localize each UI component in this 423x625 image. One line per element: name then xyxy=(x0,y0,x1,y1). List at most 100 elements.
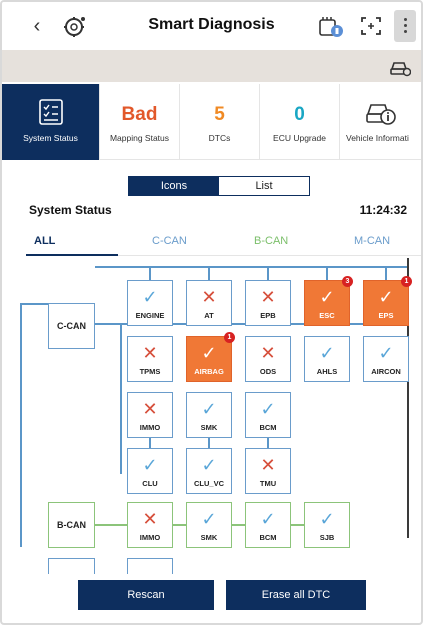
erase-all-dtc-button[interactable]: Erase all DTC xyxy=(226,580,366,610)
tile-system-status[interactable]: System Status xyxy=(2,84,100,160)
node-label: SJB xyxy=(319,533,335,542)
timestamp: 11:24:32 xyxy=(359,203,407,217)
node-drop-line xyxy=(267,266,269,280)
tile-label: Vehicle Informati xyxy=(346,133,409,143)
toggle-list[interactable]: List xyxy=(219,177,309,195)
vehicle-toolbar xyxy=(2,50,421,82)
dtc-count-badge: 3 xyxy=(342,276,353,287)
node-bcm[interactable]: ✓ BCM xyxy=(245,502,291,548)
tile-label: System Status xyxy=(23,133,78,143)
check-icon: ✓ xyxy=(201,343,217,363)
node-airbag[interactable]: ✓ AIRBAG 1 xyxy=(186,332,235,382)
node-label: IMMO xyxy=(139,533,161,542)
node-label: AIRCON xyxy=(371,367,401,376)
node-label: IMMO xyxy=(139,423,161,432)
storage-card-icon[interactable] xyxy=(318,15,344,39)
node-label: BCM xyxy=(259,423,277,432)
tile-dtcs[interactable]: 5 DTCs xyxy=(180,84,260,160)
node-sjb[interactable]: ✓ SJB xyxy=(304,502,350,548)
tab-b-can[interactable]: B-CAN xyxy=(254,235,288,247)
tab-m-can[interactable]: M-CAN xyxy=(354,235,390,247)
app-frame: ‹ Smart Diagnosis System Status Bad Mapp… xyxy=(0,0,423,625)
rescan-button[interactable]: Rescan xyxy=(78,580,214,610)
dtc-count-badge: 1 xyxy=(401,276,412,287)
check-icon: ✓ xyxy=(260,509,276,529)
node-at[interactable]: ✕ AT xyxy=(186,280,232,326)
node-bcm[interactable]: ✓ BCM xyxy=(245,392,291,438)
page-title: Smart Diagnosis xyxy=(148,16,275,33)
tab-underline xyxy=(26,254,118,256)
node-label: AT xyxy=(204,311,214,320)
tile-ecu-upgrade[interactable]: 0 ECU Upgrade xyxy=(260,84,340,160)
node-label: ESC xyxy=(319,311,335,320)
check-icon: ✓ xyxy=(201,455,217,475)
tile-vehicle-information[interactable]: Vehicle Informati xyxy=(340,84,421,160)
check-icon: ✓ xyxy=(378,343,394,363)
node-clu-vc[interactable]: ✓ CLU_VC xyxy=(186,448,232,494)
tile-label: DTCs xyxy=(208,133,231,143)
c-can-branch-line xyxy=(120,324,122,474)
left-bus-line xyxy=(20,303,22,547)
node-tmu[interactable]: ✕ TMU xyxy=(245,448,291,494)
toggle-icons[interactable]: Icons xyxy=(129,177,219,195)
node-immo[interactable]: ✕ IMMO xyxy=(127,392,173,438)
node-eps[interactable]: ✓ EPS 1 xyxy=(363,276,412,326)
node-tpms[interactable]: ✕ TPMS xyxy=(127,336,173,382)
mapping-status-value: Bad xyxy=(121,104,158,125)
node-drop-line xyxy=(208,266,210,280)
tab-c-can[interactable]: C-CAN xyxy=(152,235,187,247)
bus-tabs: ALL C-CAN B-CAN M-CAN xyxy=(26,228,421,256)
dtc-count: 5 xyxy=(214,104,225,125)
node-ahls[interactable]: ✓ AHLS xyxy=(304,336,350,382)
c-can-top-line xyxy=(95,266,407,268)
node-engine[interactable]: ✓ ENGINE xyxy=(127,280,173,326)
node-clu[interactable]: ✓ CLU xyxy=(127,448,173,494)
dtc-count-badge: 1 xyxy=(224,332,235,343)
car-info-icon xyxy=(365,104,396,125)
node-label: EPS xyxy=(378,311,394,320)
node-drop-line xyxy=(385,266,387,280)
car-settings-icon[interactable] xyxy=(389,57,411,77)
tile-label: ECU Upgrade xyxy=(273,133,326,143)
node-label: ODS xyxy=(259,367,277,376)
bus-partial xyxy=(48,558,95,574)
top-app-bar: ‹ Smart Diagnosis xyxy=(2,2,421,50)
node-drop-line xyxy=(149,266,151,280)
node-label: CLU_VC xyxy=(193,479,224,488)
network-topology: C-CAN B-CAN ✓ ENGINE ✕ AT ✕ EPB ✓ ESC 3 ✓ EPS 1 ✕ TPMS ✓… xyxy=(2,258,421,574)
node-immo[interactable]: ✕ IMMO xyxy=(127,502,173,548)
check-icon: ✓ xyxy=(142,287,158,307)
cross-icon: ✕ xyxy=(201,287,217,307)
node-label: AHLS xyxy=(316,367,338,376)
node-aircon[interactable]: ✓ AIRCON xyxy=(363,336,409,382)
ecu-upgrade-count: 0 xyxy=(294,104,305,125)
node-epb[interactable]: ✕ EPB xyxy=(245,280,291,326)
check-icon: ✓ xyxy=(319,509,335,529)
node-drop-line xyxy=(326,266,328,280)
node-smk[interactable]: ✓ SMK xyxy=(186,502,232,548)
more-vertical-icon[interactable] xyxy=(394,10,416,42)
check-icon: ✓ xyxy=(260,399,276,419)
section-title: System Status xyxy=(29,203,112,217)
cross-icon: ✕ xyxy=(260,287,276,307)
node-label: TPMS xyxy=(139,367,161,376)
node-label: SMK xyxy=(200,533,218,542)
check-icon: ✓ xyxy=(201,509,217,529)
tile-label: Mapping Status xyxy=(109,133,170,143)
bus-b-can[interactable]: B-CAN xyxy=(48,502,95,548)
bus-c-can[interactable]: C-CAN xyxy=(48,303,95,349)
tab-all[interactable]: ALL xyxy=(34,235,55,247)
check-icon: ✓ xyxy=(319,343,335,363)
node-label: ENGINE xyxy=(135,311,165,320)
check-icon: ✓ xyxy=(201,399,217,419)
checklist-icon xyxy=(38,99,63,125)
check-icon: ✓ xyxy=(319,287,335,307)
cross-icon: ✕ xyxy=(142,343,158,363)
screen-capture-icon[interactable] xyxy=(360,16,382,36)
node-smk[interactable]: ✓ SMK xyxy=(186,392,232,438)
node-label: EPB xyxy=(260,311,276,320)
tile-mapping-status[interactable]: Bad Mapping Status xyxy=(100,84,180,160)
cross-icon: ✕ xyxy=(142,399,158,419)
node-ods[interactable]: ✕ ODS xyxy=(245,336,291,382)
node-esc[interactable]: ✓ ESC 3 xyxy=(304,276,353,326)
